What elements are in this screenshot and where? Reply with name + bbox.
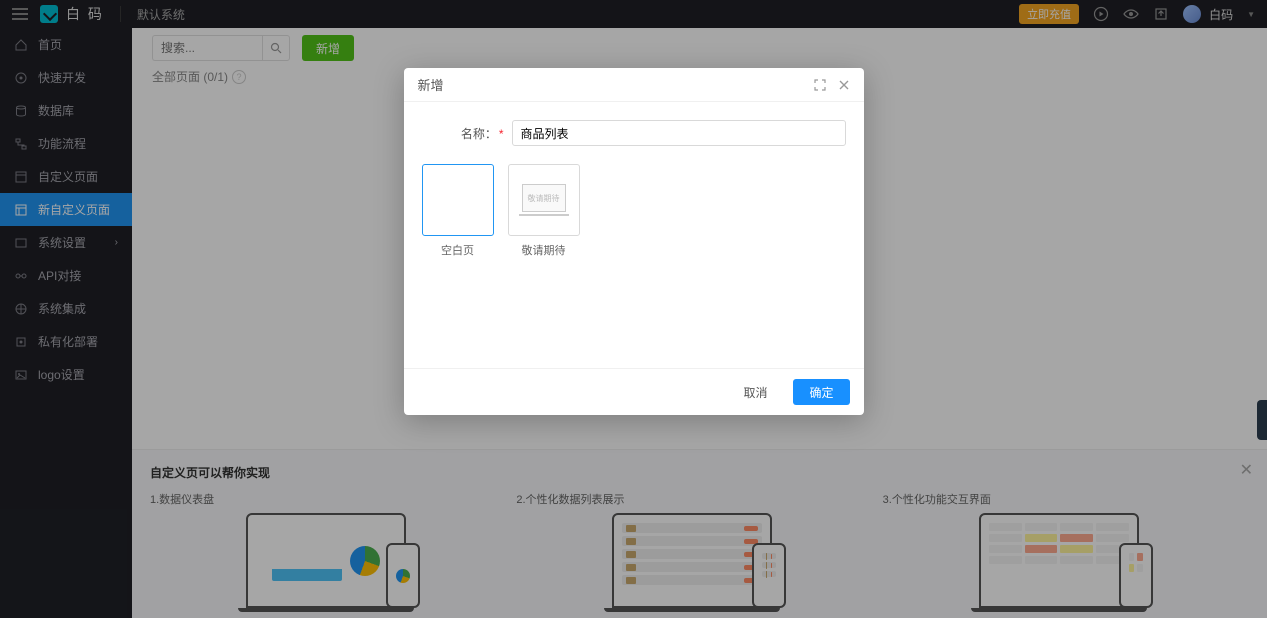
- confirm-button[interactable]: 确定: [793, 379, 849, 405]
- cancel-button[interactable]: 取消: [727, 379, 783, 405]
- name-input[interactable]: [512, 120, 846, 146]
- expand-icon[interactable]: [814, 79, 826, 91]
- modal-title: 新增: [418, 75, 444, 94]
- close-icon[interactable]: [838, 79, 850, 91]
- template-blank[interactable]: 空白页: [422, 164, 494, 258]
- name-label: 名称：*: [422, 125, 512, 142]
- modal-overlay[interactable]: 新增 名称：* 空白页: [0, 0, 1267, 618]
- template-coming-soon[interactable]: 敬请期待 敬请期待: [508, 164, 580, 258]
- add-page-modal: 新增 名称：* 空白页: [404, 68, 864, 415]
